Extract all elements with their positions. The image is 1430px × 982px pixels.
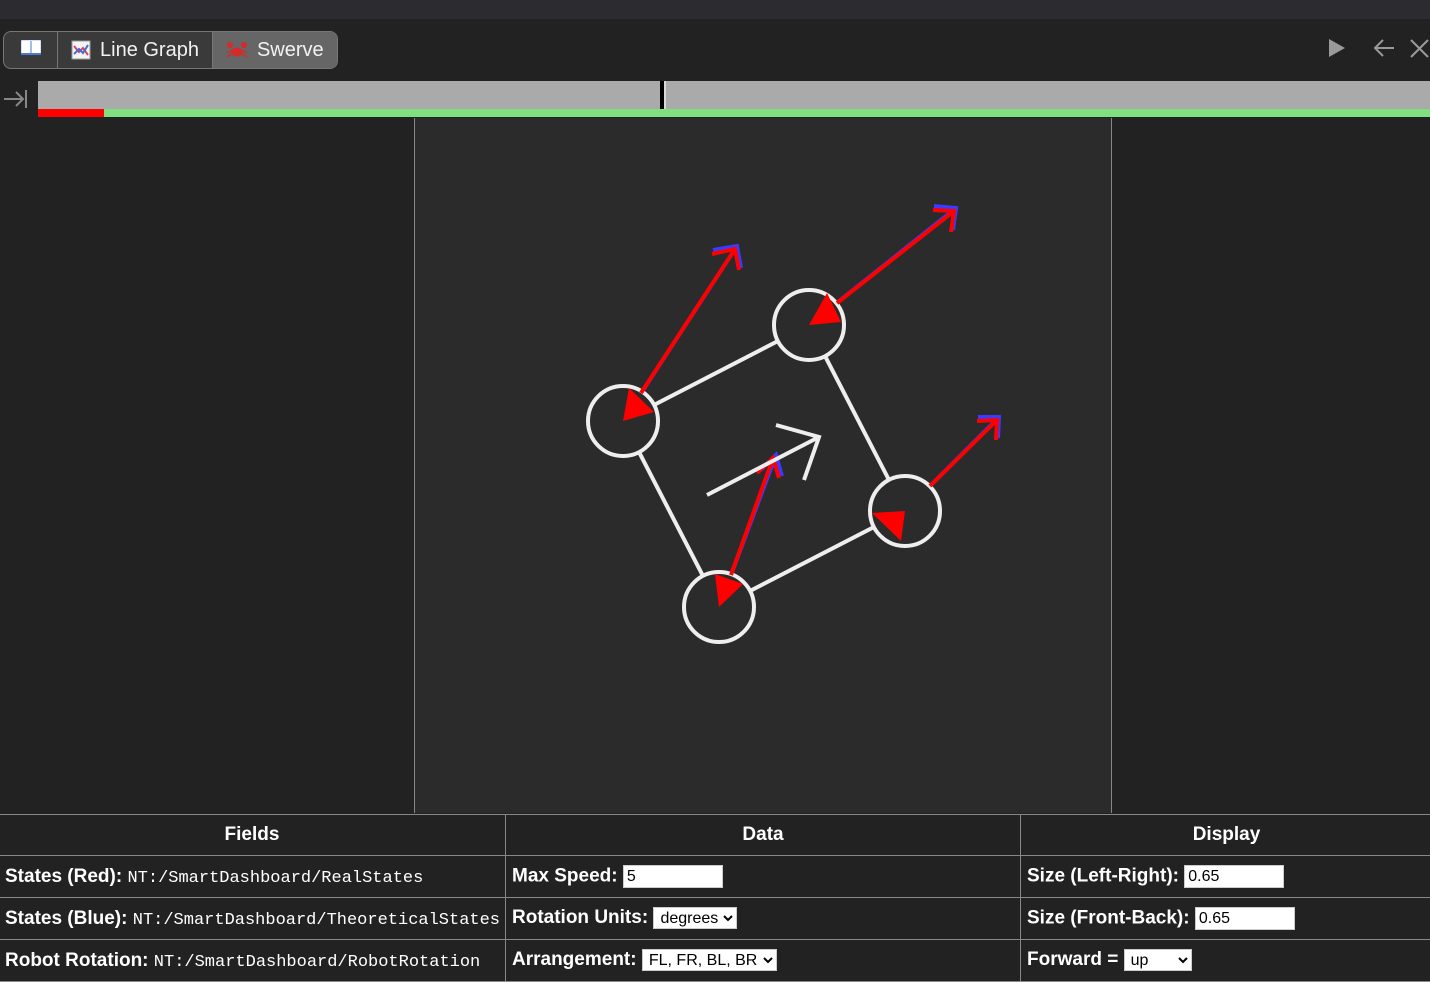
book-icon [20, 38, 42, 62]
module-back-right [870, 417, 999, 546]
swerve-drawing [415, 118, 1111, 813]
swerve-canvas [414, 118, 1112, 813]
tab-bar: Line Graph Swerve [0, 19, 1430, 80]
field-source: NT:/SmartDashboard/RobotRotation [154, 953, 480, 972]
swerve-visualization [0, 118, 1430, 815]
close-icon[interactable] [1408, 37, 1430, 64]
tab-swerve[interactable]: Swerve [213, 32, 337, 68]
fields-header: Fields [0, 815, 506, 856]
rotation-units-select[interactable]: degrees [653, 907, 737, 929]
display-cell-size-lr: Size (Left-Right): [1021, 856, 1430, 898]
display-header: Display [1021, 815, 1430, 856]
timeline-cursor-highlight [664, 81, 666, 109]
config-row: States (Red): NT:/SmartDashboard/RealSta… [0, 856, 1430, 898]
field-cell-red-states[interactable]: States (Red): NT:/SmartDashboard/RealSta… [0, 856, 506, 898]
title-bar [0, 0, 1430, 19]
field-cell-blue-states[interactable]: States (Blue): NT:/SmartDashboard/Theore… [0, 898, 506, 940]
arrangement-select[interactable]: FL, FR, BL, BR [642, 949, 777, 971]
config-row: Robot Rotation: NT:/SmartDashboard/Robot… [0, 940, 1430, 982]
timeline [0, 80, 1430, 118]
config-row: States (Blue): NT:/SmartDashboard/Theore… [0, 898, 1430, 940]
forward-label: Forward = [1027, 950, 1118, 971]
tab-label: Swerve [257, 39, 324, 62]
config-header-row: Fields Data Display [0, 815, 1430, 856]
data-cell-rotation-units: Rotation Units: degrees [506, 898, 1021, 940]
tab-label: Line Graph [100, 39, 199, 62]
arrangement-label: Arrangement: [512, 950, 637, 971]
display-cell-forward: Forward = up [1021, 940, 1430, 982]
module-front-right [774, 206, 956, 360]
tab-list: Line Graph Swerve [3, 31, 338, 69]
crab-icon [226, 40, 248, 60]
data-cell-arrangement: Arrangement: FL, FR, BL, BR [506, 940, 1021, 982]
field-label: States (Blue): [5, 908, 127, 929]
play-icon[interactable] [1327, 37, 1347, 64]
lock-to-end-icon[interactable] [3, 88, 29, 115]
field-cell-robot-rotation[interactable]: Robot Rotation: NT:/SmartDashboard/Robot… [0, 940, 506, 982]
timeline-unloaded-range [38, 109, 104, 117]
back-arrow-icon[interactable] [1372, 37, 1396, 64]
module-front-left [588, 246, 741, 456]
size-front-back-label: Size (Front-Back): [1027, 908, 1190, 929]
size-front-back-input[interactable] [1195, 907, 1295, 930]
field-label: Robot Rotation: [5, 950, 149, 971]
line-graph-icon [71, 40, 91, 60]
display-cell-size-fb: Size (Front-Back): [1021, 898, 1430, 940]
data-cell-max-speed: Max Speed: [506, 856, 1021, 898]
max-speed-label: Max Speed: [512, 866, 618, 887]
data-header: Data [506, 815, 1021, 856]
field-source: NT:/SmartDashboard/RealStates [127, 869, 423, 888]
config-table: Fields Data Display States (Red): NT:/Sm… [0, 814, 1430, 982]
field-label: States (Red): [5, 866, 122, 887]
rotation-units-label: Rotation Units: [512, 908, 648, 929]
timeline-loaded-range [104, 109, 1430, 117]
timeline-scrubber[interactable] [38, 81, 1430, 109]
tab-line-graph[interactable]: Line Graph [58, 32, 213, 68]
size-left-right-input[interactable] [1184, 865, 1284, 888]
forward-select[interactable]: up [1124, 949, 1192, 971]
field-source: NT:/SmartDashboard/TheoreticalStates [133, 911, 500, 930]
size-left-right-label: Size (Left-Right): [1027, 866, 1179, 887]
max-speed-input[interactable] [623, 865, 723, 888]
tab-documentation[interactable] [4, 32, 58, 68]
